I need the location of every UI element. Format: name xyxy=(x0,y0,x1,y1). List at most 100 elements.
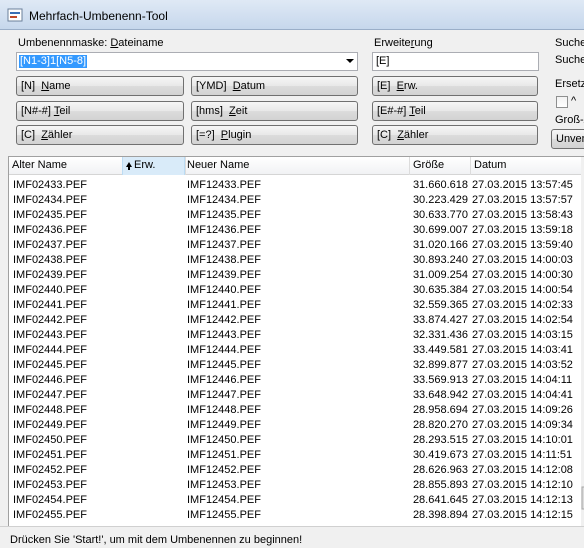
table-row[interactable]: IMF02442.PEF IMF12442.PEF 33.874.427 27.03.… xyxy=(9,313,584,328)
search-field-label: Suche xyxy=(555,54,584,66)
size-cell: 32.559.365 xyxy=(412,299,468,311)
name-button[interactable]: [N] Name xyxy=(16,76,184,96)
teil-button[interactable]: [N#-#] Teil xyxy=(16,101,184,121)
size-cell: 28.293.515 xyxy=(412,434,468,446)
date-cell: 27.03.2015 14:12:13 xyxy=(472,494,573,506)
old-name-cell: IMF02453.PEF xyxy=(13,479,87,491)
column-divider[interactable] xyxy=(409,157,410,175)
column-size[interactable]: Größe xyxy=(413,159,444,171)
new-name-cell: IMF12449.PEF xyxy=(187,419,261,431)
table-row[interactable]: IMF02452.PEF IMF12452.PEF 28.626.963 27.03.… xyxy=(9,463,584,478)
table-row[interactable]: IMF02448.PEF IMF12448.PEF 28.958.694 27.03.… xyxy=(9,403,584,418)
size-cell: 31.009.254 xyxy=(412,269,468,281)
extension-input[interactable]: [E] xyxy=(372,52,539,71)
size-cell: 30.635.384 xyxy=(412,284,468,296)
table-row[interactable]: IMF02450.PEF IMF12450.PEF 28.293.515 27.03.… xyxy=(9,433,584,448)
zeit-button[interactable]: [hms] Zeit xyxy=(191,101,358,121)
date-cell: 27.03.2015 13:59:18 xyxy=(472,224,573,236)
plugin-button[interactable]: [=?] Plugin xyxy=(191,125,358,145)
date-cell: 27.03.2015 14:03:52 xyxy=(472,359,573,371)
column-old-name[interactable]: Alter Name xyxy=(12,159,67,171)
file-list[interactable]: Alter Name Erw. Neuer Name Größe Datum I… xyxy=(8,156,584,526)
table-row[interactable]: IMF02453.PEF IMF12453.PEF 28.855.893 27.03.… xyxy=(9,478,584,493)
erw-teil-button[interactable]: [E#-#] Teil xyxy=(372,101,538,121)
old-name-cell: IMF02452.PEF xyxy=(13,464,87,476)
new-name-cell: IMF12454.PEF xyxy=(187,494,261,506)
table-row[interactable]: IMF02437.PEF IMF12437.PEF 31.020.166 27.03.… xyxy=(9,238,584,253)
old-name-cell: IMF02440.PEF xyxy=(13,284,87,296)
dropdown-arrow-icon[interactable] xyxy=(346,59,354,63)
table-row[interactable]: IMF02455.PEF IMF12455.PEF 28.398.894 27.03.… xyxy=(9,508,584,523)
old-name-cell: IMF02435.PEF xyxy=(13,209,87,221)
table-row[interactable]: IMF02454.PEF IMF12454.PEF 28.641.645 27.03.… xyxy=(9,493,584,508)
table-row[interactable]: IMF02440.PEF IMF12440.PEF 30.635.384 27.03.… xyxy=(9,283,584,298)
old-name-cell: IMF02446.PEF xyxy=(13,374,87,386)
date-cell: 27.03.2015 13:57:57 xyxy=(472,194,573,206)
new-name-cell: IMF12455.PEF xyxy=(187,509,261,521)
rename-tool-icon xyxy=(7,8,23,22)
mask-combobox[interactable]: [N1-3]1[N5-8] xyxy=(16,52,358,71)
case-dropdown[interactable]: Unver xyxy=(551,129,584,149)
table-row[interactable]: IMF02444.PEF IMF12444.PEF 33.449.581 27.03.… xyxy=(9,343,584,358)
sort-ascending-icon xyxy=(126,162,132,170)
column-divider[interactable] xyxy=(470,157,471,175)
table-row[interactable]: IMF02433.PEF IMF12433.PEF 31.660.618 27.03.… xyxy=(9,178,584,193)
old-name-cell: IMF02439.PEF xyxy=(13,269,87,281)
size-cell: 30.633.770 xyxy=(412,209,468,221)
search-replace-header: Suche xyxy=(555,37,584,49)
new-name-cell: IMF12442.PEF xyxy=(187,314,261,326)
old-name-cell: IMF02447.PEF xyxy=(13,389,87,401)
size-cell: 33.449.581 xyxy=(412,344,468,356)
size-cell: 32.331.436 xyxy=(412,329,468,341)
size-cell: 33.648.942 xyxy=(412,389,468,401)
date-cell: 27.03.2015 14:02:54 xyxy=(472,314,573,326)
table-row[interactable]: IMF02449.PEF IMF12449.PEF 28.820.270 27.03.… xyxy=(9,418,584,433)
column-ext[interactable]: Erw. xyxy=(134,159,155,171)
table-row[interactable]: IMF02434.PEF IMF12434.PEF 30.223.429 27.03.… xyxy=(9,193,584,208)
old-name-cell: IMF02454.PEF xyxy=(13,494,87,506)
old-name-cell: IMF02448.PEF xyxy=(13,404,87,416)
old-name-cell: IMF02437.PEF xyxy=(13,239,87,251)
title-bar[interactable]: Mehrfach-Umbenenn-Tool xyxy=(0,0,584,30)
table-row[interactable]: IMF02451.PEF IMF12451.PEF 30.419.673 27.03.… xyxy=(9,448,584,463)
table-row[interactable]: IMF02438.PEF IMF12438.PEF 30.893.240 27.03.… xyxy=(9,253,584,268)
zaehler-button[interactable]: [C] Zähler xyxy=(16,125,184,145)
new-name-cell: IMF12439.PEF xyxy=(187,269,261,281)
erw-zaehler-button[interactable]: [C] Zähler xyxy=(372,125,538,145)
old-name-cell: IMF02441.PEF xyxy=(13,299,87,311)
new-name-cell: IMF12440.PEF xyxy=(187,284,261,296)
table-row[interactable]: IMF02443.PEF IMF12443.PEF 32.331.436 27.03.… xyxy=(9,328,584,343)
new-name-cell: IMF12453.PEF xyxy=(187,479,261,491)
mask-label: Umbenennmaske: Dateiname xyxy=(18,37,164,49)
size-cell: 28.820.270 xyxy=(412,419,468,431)
new-name-cell: IMF12438.PEF xyxy=(187,254,261,266)
table-row[interactable]: IMF02439.PEF IMF12439.PEF 31.009.254 27.03.… xyxy=(9,268,584,283)
date-cell: 27.03.2015 14:12:10 xyxy=(472,479,573,491)
table-row[interactable]: IMF02446.PEF IMF12446.PEF 33.569.913 27.03.… xyxy=(9,373,584,388)
column-divider[interactable] xyxy=(185,157,186,175)
table-row[interactable]: IMF02445.PEF IMF12445.PEF 32.899.877 27.03.… xyxy=(9,358,584,373)
old-name-cell: IMF02434.PEF xyxy=(13,194,87,206)
size-cell: 30.893.240 xyxy=(412,254,468,266)
date-cell: 27.03.2015 13:58:43 xyxy=(472,209,573,221)
new-name-cell: IMF12441.PEF xyxy=(187,299,261,311)
regex-checkbox[interactable] xyxy=(556,96,568,108)
table-row[interactable]: IMF02441.PEF IMF12441.PEF 32.559.365 27.03.… xyxy=(9,298,584,313)
status-bar: Drücken Sie 'Start!', um mit dem Umbenen… xyxy=(0,526,584,548)
date-cell: 27.03.2015 14:04:11 xyxy=(472,374,573,386)
new-name-cell: IMF12436.PEF xyxy=(187,224,261,236)
mask-value: [N1-3]1[N5-8] xyxy=(19,55,88,68)
size-cell: 31.020.166 xyxy=(412,239,468,251)
table-row[interactable]: IMF02435.PEF IMF12435.PEF 30.633.770 27.03.… xyxy=(9,208,584,223)
date-cell: 27.03.2015 14:10:01 xyxy=(472,434,573,446)
old-name-cell: IMF02449.PEF xyxy=(13,419,87,431)
date-cell: 27.03.2015 13:57:45 xyxy=(472,179,573,191)
regex-label: ^ xyxy=(571,95,577,107)
column-date[interactable]: Datum xyxy=(474,159,506,171)
erw-button[interactable]: [E] Erw. xyxy=(372,76,538,96)
table-row[interactable]: IMF02447.PEF IMF12447.PEF 33.648.942 27.03.… xyxy=(9,388,584,403)
table-row[interactable]: IMF02436.PEF IMF12436.PEF 30.699.007 27.03.… xyxy=(9,223,584,238)
column-new-name[interactable]: Neuer Name xyxy=(187,159,249,171)
datum-button[interactable]: [YMD] Datum xyxy=(191,76,358,96)
old-name-cell: IMF02451.PEF xyxy=(13,449,87,461)
